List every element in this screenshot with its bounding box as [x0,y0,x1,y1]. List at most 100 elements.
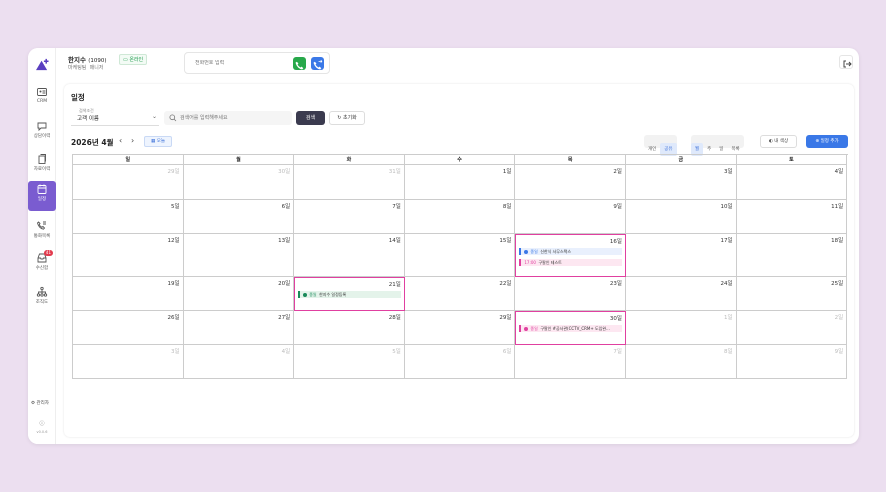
day-cell[interactable]: 5일 [73,200,184,234]
document-copy-icon [38,154,46,164]
schedule-panel: 일정 검색조건 고객 이름 ⌄ 검색 ↻ 초기화 2026년 4월 ‹ › ▦ … [64,84,854,437]
day-cell[interactable]: 20일 [183,277,295,311]
admin-link[interactable]: ⚙ 관리자 [31,400,49,406]
day-cell[interactable]: 5일 [294,345,405,379]
day-cell[interactable]: 27일 [183,311,295,345]
day-cell[interactable]: 9일 [736,345,848,379]
dial-panel [184,52,330,74]
day-cell[interactable]: 30일 종일 구팔인 #공사관(CCTV_CRM+ 도입완... [515,311,626,345]
prev-month-button[interactable]: ‹ [119,136,122,145]
sidebar-item-5[interactable]: 통화목록 [28,218,56,248]
day-cell[interactable]: 21일종일 한지수 일정등록 [294,277,405,311]
day-cell[interactable]: 7일 [515,345,626,379]
calendar-event[interactable]: 종일 한지수 일정등록 [298,291,401,298]
day-cell[interactable]: 22일 [404,277,516,311]
chevron-down-icon: ⌄ [151,113,157,120]
day-cell[interactable]: 12일 [73,234,184,277]
day-cell[interactable]: 3일 [73,345,184,379]
search-input[interactable] [180,113,280,123]
day-cell[interactable]: 29일 [404,311,516,345]
day-number: 18일 [831,238,844,244]
calendar-event[interactable]: 17:00 구팔인 테스트 [519,259,622,266]
day-number: 2일 [834,315,844,321]
day-cell[interactable]: 11일 [736,200,848,234]
weekday-header: 일 [73,155,184,165]
search-condition-select[interactable]: 검색조건 고객 이름 ⌄ [71,108,159,126]
day-cell[interactable]: 8일 [626,345,737,379]
phone-input[interactable] [195,60,285,66]
day-cell[interactable]: 10일 [626,200,737,234]
day-cell[interactable]: 13일 [183,234,295,277]
day-cell[interactable]: 28일 [294,311,405,345]
day-cell[interactable]: 26일 [73,311,184,345]
condition-value: 고객 이름 [77,116,99,122]
day-number: 24일 [720,281,733,287]
today-button[interactable]: ▦ 오늘 [144,136,172,147]
my-color-button[interactable]: ◐ 내 색상 [760,135,797,148]
topbar: 한지수 (1090) 마케팅팀 매니저 ▭ 온라인 [56,48,859,78]
add-event-button[interactable]: ⊕ 일정 추가 [806,135,848,148]
day-number: 26일 [167,315,180,321]
calendar-event[interactable]: 종일 신한식 사무스택스 [519,248,622,255]
day-number: 5일 [392,349,401,355]
search-icon [169,114,177,122]
search-button[interactable]: 검색 [296,111,325,125]
day-cell[interactable]: 8일 [404,200,516,234]
day-cell[interactable]: 14일 [294,234,405,277]
logout-button[interactable] [839,55,853,69]
status-badge[interactable]: ▭ 온라인 [119,54,148,65]
sidebar-item-6[interactable]: 수신함 41 [28,250,56,280]
org-chart-icon [36,286,48,297]
day-number: 21일 [388,282,401,288]
day-cell[interactable]: 7일 [294,200,405,234]
day-cell[interactable]: 15일 [404,234,516,277]
day-cell[interactable]: 16일 종일 신한식 사무스택스 17:00 구팔인 테스트 [515,234,626,277]
day-cell[interactable]: 6일 [183,200,295,234]
sidebar-item-7[interactable]: 조직도 [28,284,56,314]
event-title: 구팔인 테스트 [538,260,562,265]
call-button[interactable] [293,57,306,70]
sidebar-item-4[interactable]: 일정 [28,181,56,211]
day-cell[interactable]: 29일 [73,165,184,200]
weekday-header: 목 [515,155,626,165]
day-cell[interactable]: 23일 [515,277,626,311]
refresh-icon: ↻ [337,115,342,121]
month-calendar: 일 월 화 수 목 금 토 29일 30일 31일 1일 2일 3일 4일 5일 6일 7일 8일 9일 10일 11일… [72,154,848,379]
day-cell[interactable]: 6일 [404,345,516,379]
sidebar-item-2[interactable]: 상담이력 [28,118,56,148]
sidebar-item-3[interactable]: 자료이력 [28,151,56,181]
next-month-button[interactable]: › [131,136,134,145]
sidebar-item-1[interactable]: CRM [28,84,56,114]
day-cell[interactable]: 2일 [515,165,626,200]
event-tag: 종일 [309,292,317,297]
sidebar: CRM 상담이력 자료이력 일정 통화목록 수신함 41 조직도 ⚙ 관리자 ⓘ v0.0.6 [28,48,56,444]
day-cell[interactable]: 1일 [626,311,737,345]
day-cell[interactable]: 30일 [183,165,295,200]
day-cell[interactable]: 3일 [626,165,737,200]
sidebar-item-label: 수신함 [35,266,49,271]
day-number: 19일 [167,281,180,287]
calendar-event[interactable]: 종일 구팔인 #공사관(CCTV_CRM+ 도입완... [519,325,622,332]
day-cell[interactable]: 4일 [736,165,848,200]
month-label: 2026년 4월 [71,138,114,147]
day-cell[interactable]: 1일 [404,165,516,200]
day-cell[interactable]: 19일 [73,277,184,311]
day-number: 4일 [834,169,844,175]
day-cell[interactable]: 24일 [626,277,737,311]
day-cell[interactable]: 9일 [515,200,626,234]
day-cell[interactable]: 17일 [626,234,737,277]
info-icon[interactable]: ⓘ [28,420,56,427]
logo-icon[interactable] [35,58,50,71]
day-cell[interactable]: 2일 [736,311,848,345]
event-title: 구팔인 #공사관(CCTV_CRM+ 도입완... [540,326,610,331]
reset-button[interactable]: ↻ 초기화 [329,111,365,125]
sidebar-item-label: CRM [36,99,48,104]
event-tag: 종일 [530,249,538,254]
day-cell[interactable]: 25일 [736,277,848,311]
day-number: 12일 [167,238,180,244]
day-cell[interactable]: 31일 [294,165,405,200]
transfer-button[interactable] [311,57,324,70]
day-cell[interactable]: 18일 [736,234,848,277]
chat-bubble-icon [37,122,47,132]
day-cell[interactable]: 4일 [183,345,295,379]
